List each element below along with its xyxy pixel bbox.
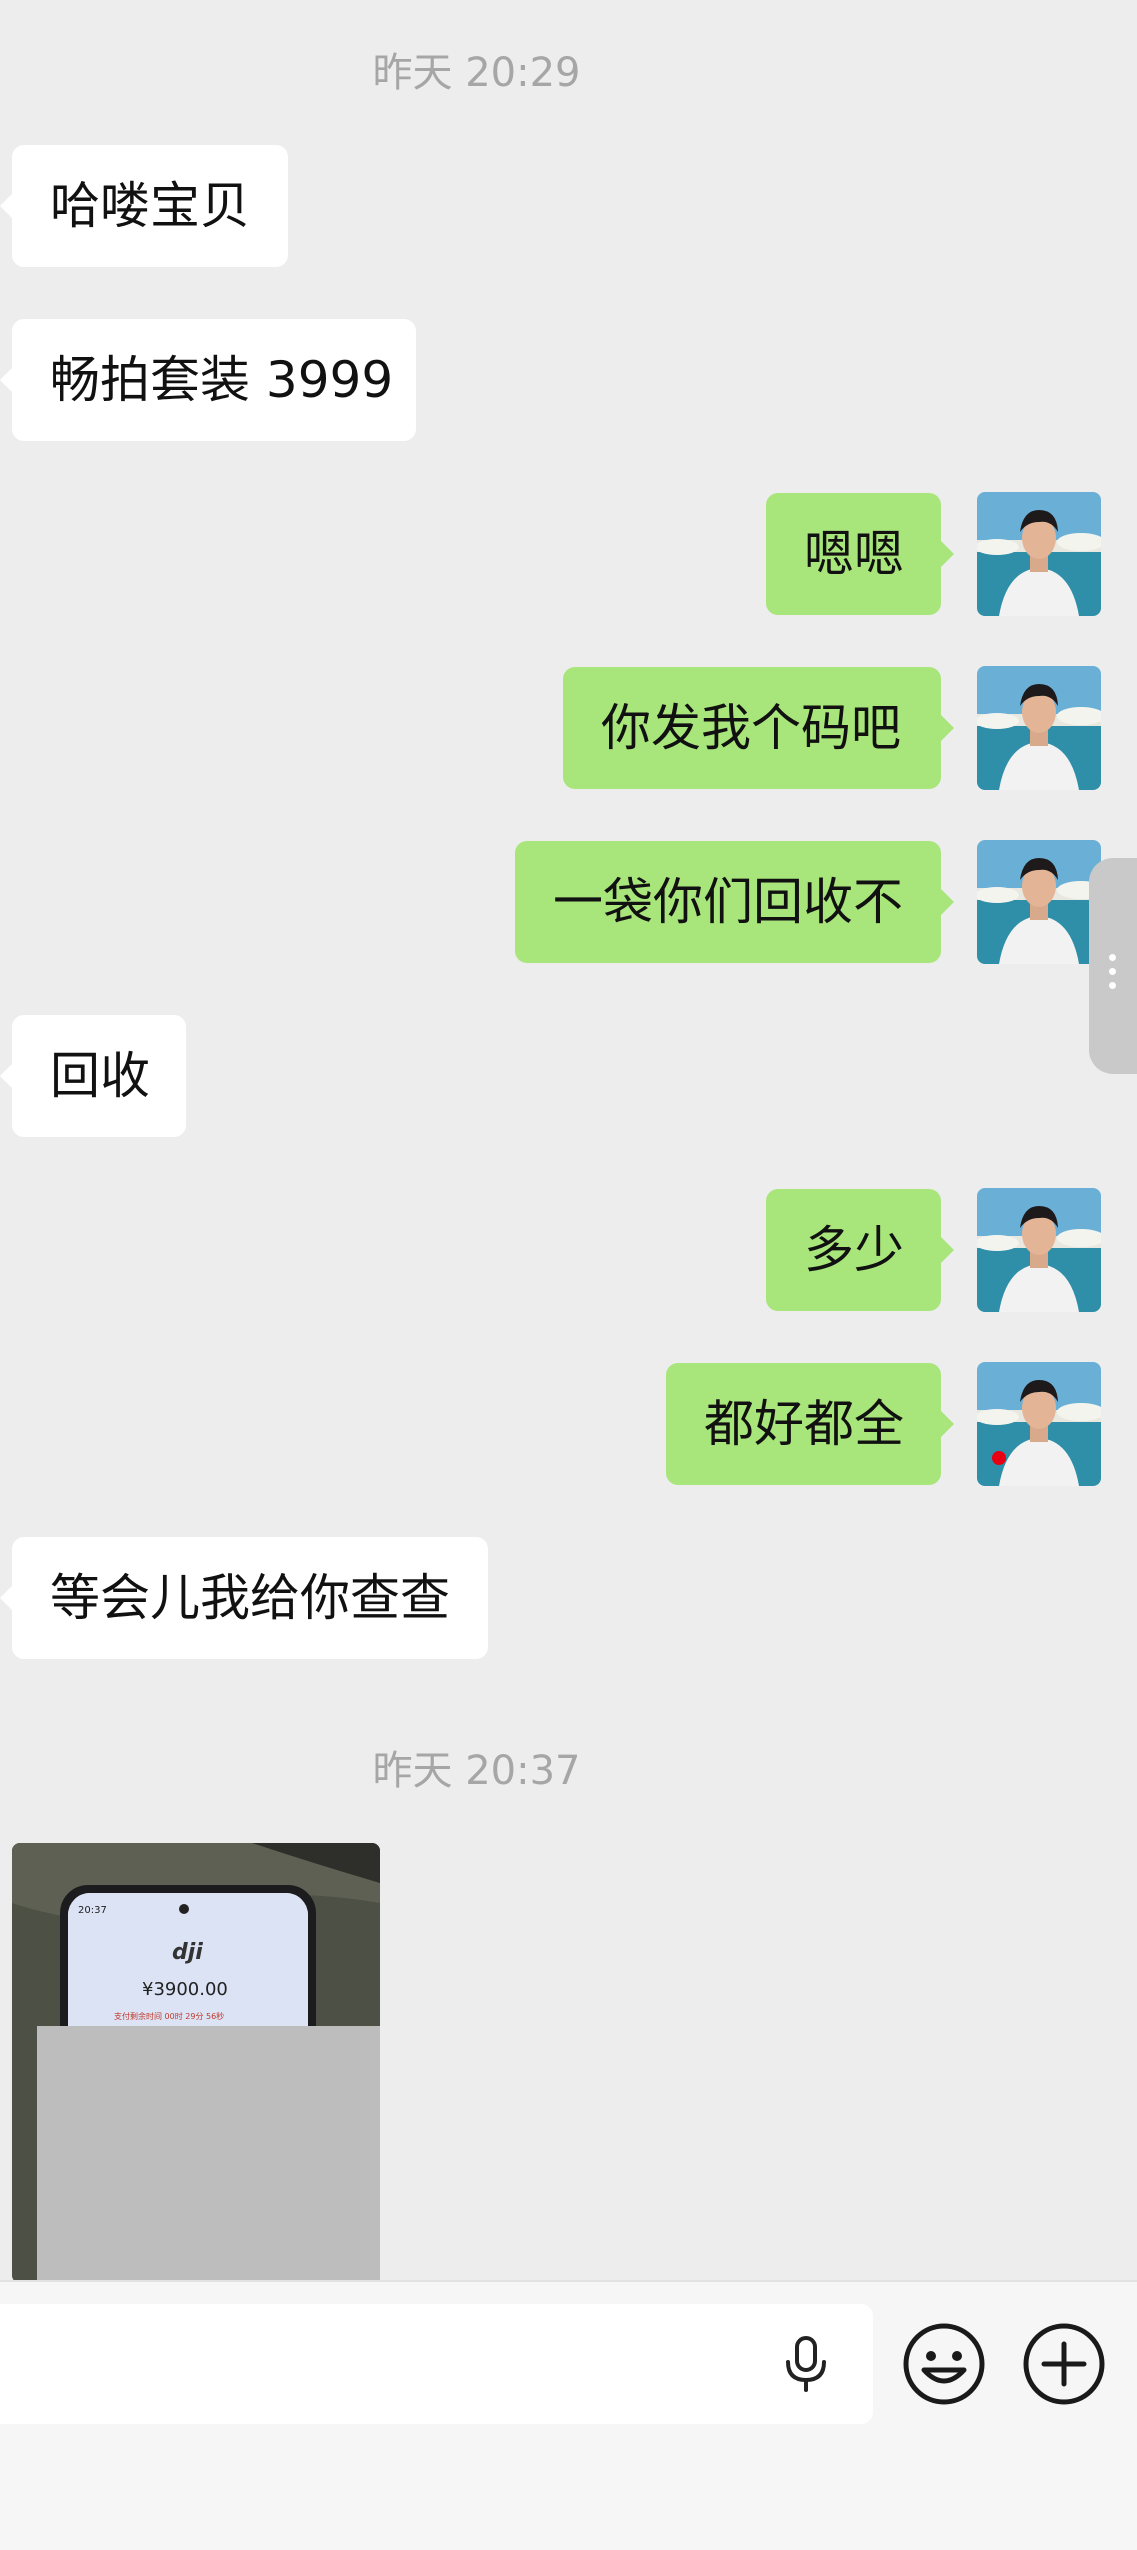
avatar-image bbox=[977, 666, 1101, 790]
incoming-message[interactable]: 哈喽宝贝 bbox=[0, 145, 288, 267]
outgoing-message[interactable]: 一袋你们回收不 bbox=[515, 841, 954, 963]
svg-text:20:37: 20:37 bbox=[78, 1905, 107, 1916]
outgoing-message[interactable]: 都好都全 bbox=[666, 1363, 954, 1485]
handle-dot bbox=[1109, 968, 1116, 975]
incoming-message[interactable]: 等会儿我给你查查 bbox=[0, 1537, 488, 1659]
unread-dot bbox=[992, 1451, 1006, 1465]
avatar-image bbox=[977, 492, 1101, 616]
emoji-icon[interactable] bbox=[896, 2316, 992, 2412]
microphone-icon[interactable] bbox=[770, 2328, 842, 2400]
avatar-image bbox=[977, 840, 1101, 964]
timestamp: 昨天 20:37 bbox=[372, 1748, 581, 1794]
outgoing-message[interactable]: 你发我个码吧 bbox=[563, 667, 954, 789]
message-text: 都好都全 bbox=[704, 1395, 904, 1453]
plus-icon[interactable] bbox=[1016, 2316, 1112, 2412]
my-avatar[interactable] bbox=[977, 840, 1101, 964]
message-text: 回收 bbox=[50, 1047, 150, 1105]
svg-text:支付剩余时间 00时 29分 56秒: 支付剩余时间 00时 29分 56秒 bbox=[114, 2011, 224, 2021]
timestamp: 昨天 20:29 bbox=[372, 50, 581, 96]
message-text: 嗯嗯 bbox=[804, 525, 904, 583]
message-text: 一袋你们回收不 bbox=[553, 873, 903, 931]
svg-text:¥3900.00: ¥3900.00 bbox=[142, 1979, 228, 2000]
message-text: 哈喽宝贝 bbox=[50, 177, 250, 235]
my-avatar[interactable] bbox=[977, 1188, 1101, 1312]
incoming-message[interactable]: 回收 bbox=[0, 1015, 186, 1137]
my-avatar[interactable] bbox=[977, 1362, 1101, 1486]
message-text: 畅拍套装 3999 bbox=[50, 351, 394, 409]
handle-dot bbox=[1109, 954, 1116, 961]
svg-text:dji: dji bbox=[172, 1940, 203, 1965]
incoming-message[interactable]: 畅拍套装 3999 bbox=[0, 319, 416, 441]
message-text: 等会儿我给你查查 bbox=[50, 1569, 450, 1627]
avatar-image bbox=[977, 1362, 1101, 1486]
message-text: 多少 bbox=[804, 1221, 904, 1279]
image-redaction-overlay bbox=[37, 2026, 380, 2308]
message-input[interactable] bbox=[0, 2304, 873, 2424]
my-avatar[interactable] bbox=[977, 492, 1101, 616]
outgoing-message[interactable]: 嗯嗯 bbox=[766, 493, 954, 615]
outgoing-message[interactable]: 多少 bbox=[766, 1189, 954, 1311]
handle-dot bbox=[1109, 982, 1116, 989]
avatar-image bbox=[977, 1188, 1101, 1312]
message-text: 你发我个码吧 bbox=[601, 699, 901, 757]
side-drawer-handle[interactable] bbox=[1089, 858, 1137, 1074]
my-avatar[interactable] bbox=[977, 666, 1101, 790]
